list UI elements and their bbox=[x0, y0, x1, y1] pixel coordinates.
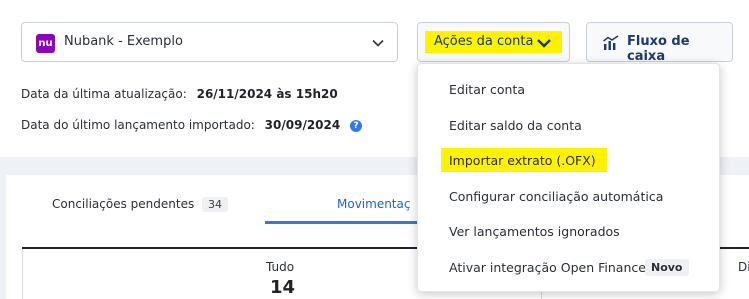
chevron-down-icon bbox=[537, 39, 551, 48]
tab-transactions[interactable]: Movimentaç bbox=[337, 197, 410, 211]
stat-all-value: 14 bbox=[270, 277, 296, 298]
cashflow-label: Fluxo de caixa bbox=[627, 34, 690, 64]
account-select[interactable]: nu Nubank - Exemplo bbox=[21, 22, 398, 62]
new-badge: Novo bbox=[645, 259, 689, 276]
menu-item-edit-account[interactable]: Editar conta bbox=[418, 72, 721, 108]
bar-chart-icon bbox=[603, 35, 619, 50]
last-update-info: Data da última atualização: 26/11/2024 à… bbox=[21, 87, 338, 101]
menu-item-open-finance[interactable]: Ativar integração Open Finance Novo bbox=[418, 250, 721, 286]
menu-item-label: Editar conta bbox=[449, 82, 525, 97]
pending-count-badge: 34 bbox=[202, 197, 229, 212]
account-select-label: Nubank - Exemplo bbox=[64, 34, 183, 49]
active-tab-indicator bbox=[265, 221, 425, 224]
menu-item-label: Ver lançamentos ignorados bbox=[449, 224, 620, 239]
cashflow-button[interactable]: Fluxo de caixa bbox=[586, 22, 733, 64]
last-update-label: Data da última atualização: bbox=[21, 87, 187, 101]
menu-item-label: Ativar integração Open Finance bbox=[449, 260, 646, 275]
menu-item-edit-balance[interactable]: Editar saldo da conta bbox=[418, 108, 721, 144]
menu-item-ignored-entries[interactable]: Ver lançamentos ignorados bbox=[418, 214, 721, 250]
tab-transactions-label: Movimentaç bbox=[337, 197, 411, 211]
stat-all-label: Tudo bbox=[266, 260, 295, 274]
help-icon[interactable]: ? bbox=[350, 119, 363, 132]
tab-pending-reconciliations[interactable]: Conciliações pendentes 34 bbox=[52, 197, 229, 212]
menu-item-auto-reconciliation[interactable]: Configurar conciliação automática bbox=[418, 179, 721, 215]
stat-next-label: Di bbox=[738, 260, 749, 274]
last-import-value: 30/09/2024 bbox=[264, 118, 341, 132]
menu-item-label: Configurar conciliação automática bbox=[449, 189, 664, 204]
account-actions-menu: Editar conta Editar saldo da conta Impor… bbox=[417, 63, 720, 292]
menu-item-label: Importar extrato (.OFX) bbox=[449, 153, 596, 168]
account-actions-button[interactable]: Ações da conta bbox=[417, 22, 570, 62]
last-update-value: 26/11/2024 às 15h20 bbox=[196, 87, 338, 101]
last-import-label: Data do último lançamento importado: bbox=[21, 118, 255, 132]
tab-pending-label: Conciliações pendentes bbox=[52, 197, 195, 211]
column-divider bbox=[22, 249, 23, 299]
nubank-logo-icon: nu bbox=[36, 34, 55, 53]
last-import-info: Data do último lançamento importado: 30/… bbox=[21, 118, 363, 132]
menu-item-import-ofx[interactable]: Importar extrato (.OFX) bbox=[418, 143, 721, 179]
menu-item-label: Editar saldo da conta bbox=[449, 118, 582, 133]
chevron-down-icon bbox=[372, 39, 384, 47]
account-actions-label: Ações da conta bbox=[434, 34, 534, 49]
